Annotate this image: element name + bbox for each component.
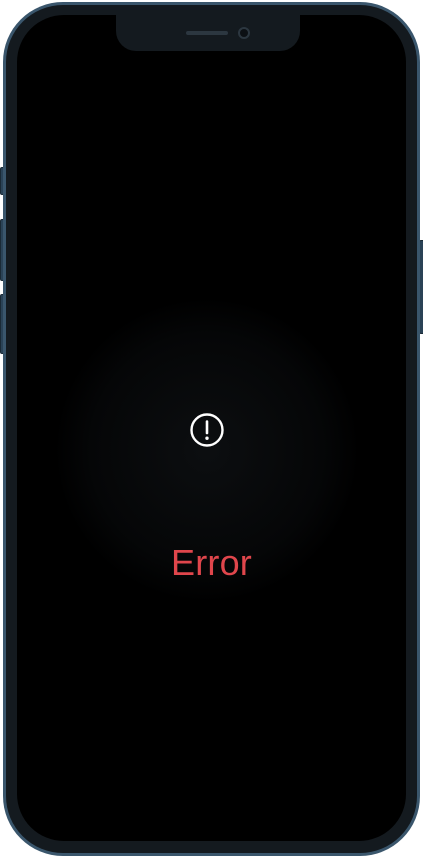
- phone-bezel: Error: [6, 5, 417, 853]
- error-message: Error: [171, 542, 252, 583]
- speaker-grille: [186, 31, 228, 35]
- phone-frame: Error: [3, 2, 420, 856]
- front-camera: [238, 27, 250, 39]
- screen: Error: [17, 15, 406, 841]
- exclamation-circle-icon: [190, 413, 224, 447]
- notch: [116, 15, 300, 51]
